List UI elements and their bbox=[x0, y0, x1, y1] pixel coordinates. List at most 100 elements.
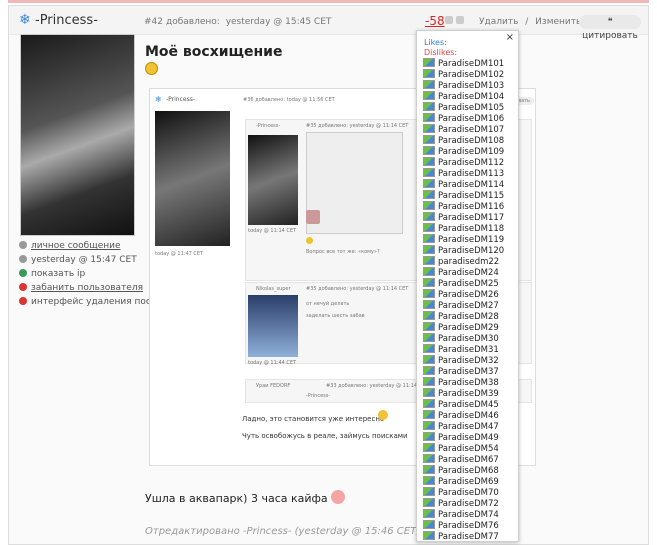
user-list-item[interactable]: ParadiseDM39 bbox=[423, 388, 504, 399]
user-name: ParadiseDM26 bbox=[438, 290, 499, 300]
quote-button[interactable]: ❝ цитировать bbox=[579, 15, 641, 41]
edit-link[interactable]: Изменить bbox=[535, 17, 581, 27]
flag-icon bbox=[423, 410, 435, 419]
cat-emoji-icon bbox=[331, 490, 346, 504]
reply3-line: -Princess- bbox=[306, 393, 331, 399]
flag-icon bbox=[423, 113, 435, 122]
clock-icon bbox=[19, 255, 27, 263]
user-list-item[interactable]: ParadiseDM26 bbox=[423, 289, 504, 300]
user-list-item[interactable]: ParadiseDM32 bbox=[423, 355, 504, 366]
user-list-item[interactable]: ParadiseDM116 bbox=[423, 201, 504, 212]
user-list-item[interactable]: ParadiseDM119 bbox=[423, 234, 504, 245]
user-list-item[interactable]: ParadiseDM112 bbox=[423, 157, 504, 168]
quoted-line1: Ладно, это становится уже интересно bbox=[242, 415, 385, 423]
thumb-down-icon[interactable] bbox=[456, 16, 464, 24]
edited-note: Отредактировано -Princess- (yesterday @ … bbox=[145, 526, 421, 537]
user-list-item[interactable]: ParadiseDM114 bbox=[423, 179, 504, 190]
forum-post: ❄ -Princess- #42 добавлено: yesterday @ 1… bbox=[8, 5, 649, 545]
user-list-item[interactable]: ParadiseDM76 bbox=[423, 520, 504, 531]
user-list-item[interactable]: ParadiseDM28 bbox=[423, 311, 504, 322]
close-icon[interactable]: × bbox=[506, 32, 514, 43]
flag-icon bbox=[423, 223, 435, 232]
user-list-item[interactable]: ParadiseDM38 bbox=[423, 377, 504, 388]
user-list-item[interactable]: ParadiseDM54 bbox=[423, 443, 504, 454]
user-list-item[interactable]: ParadiseDM67 bbox=[423, 454, 504, 465]
user-list-item[interactable]: ParadiseDM113 bbox=[423, 168, 504, 179]
body-text-content: Ушла в аквапарк) 3 часа кайфа bbox=[145, 492, 328, 505]
user-name: ParadiseDM45 bbox=[438, 400, 499, 410]
user-list-item[interactable]: ParadiseDM108 bbox=[423, 135, 504, 146]
user-list-item[interactable]: ParadiseDM104 bbox=[423, 91, 504, 102]
flag-icon bbox=[423, 300, 435, 309]
ban-icon bbox=[19, 283, 27, 291]
user-list-item[interactable]: ParadiseDM107 bbox=[423, 124, 504, 135]
sidebar-item-label: интерфейс удаления постов bbox=[31, 297, 167, 307]
private-message-link[interactable]: личное сообщение bbox=[19, 241, 121, 251]
user-name: ParadiseDM39 bbox=[438, 389, 499, 399]
delete-icon bbox=[19, 297, 27, 305]
user-list-item[interactable]: paradisedm22 bbox=[423, 256, 504, 267]
user-name: ParadiseDM29 bbox=[438, 323, 499, 333]
user-list-item[interactable]: ParadiseDM105 bbox=[423, 102, 504, 113]
user-list-item[interactable]: ParadiseDM103 bbox=[423, 80, 504, 91]
delete-posts-interface-link[interactable]: интерфейс удаления постов bbox=[19, 297, 167, 307]
sidebar-item-label: забанить пользователя bbox=[31, 283, 144, 293]
user-name: ParadiseDM76 bbox=[438, 521, 499, 531]
user-list-item[interactable]: ParadiseDM70 bbox=[423, 487, 504, 498]
flag-icon bbox=[423, 509, 435, 518]
user-list-item[interactable]: ParadiseDM47 bbox=[423, 421, 504, 432]
user-list-item[interactable]: ParadiseDM109 bbox=[423, 146, 504, 157]
likes-label: Likes: bbox=[424, 38, 447, 47]
show-ip-link[interactable]: показать ip bbox=[19, 269, 85, 279]
user-list-item[interactable]: ParadiseDM31 bbox=[423, 344, 504, 355]
user-list-item[interactable]: ParadiseDM30 bbox=[423, 333, 504, 344]
user-list-item[interactable]: ParadiseDM101 bbox=[423, 58, 504, 69]
user-list-item[interactable]: ParadiseDM117 bbox=[423, 212, 504, 223]
flag-icon bbox=[423, 344, 435, 353]
flag-icon bbox=[423, 124, 435, 133]
top-accent-line bbox=[8, 0, 649, 3]
post-number[interactable]: #42 bbox=[144, 17, 163, 27]
user-list-item[interactable]: ParadiseDM77 bbox=[423, 531, 504, 541]
sidebar-item-label: yesterday @ 15:47 CET bbox=[31, 255, 137, 265]
user-name: ParadiseDM114 bbox=[438, 180, 505, 190]
post-author[interactable]: -Princess- bbox=[35, 13, 98, 28]
user-list-item[interactable]: ParadiseDM118 bbox=[423, 223, 504, 234]
post-added-time: yesterday @ 15:45 CET bbox=[225, 17, 332, 27]
thumb-up-icon[interactable] bbox=[445, 16, 453, 24]
user-list-item[interactable]: ParadiseDM46 bbox=[423, 410, 504, 421]
ban-user-link[interactable]: забанить пользователя bbox=[19, 283, 143, 293]
user-list-item[interactable]: ParadiseDM120 bbox=[423, 245, 504, 256]
user-list-item[interactable]: ParadiseDM49 bbox=[423, 432, 504, 443]
user-name: ParadiseDM102 bbox=[438, 70, 505, 80]
user-list-item[interactable]: ParadiseDM68 bbox=[423, 465, 504, 476]
post-score[interactable]: -58 bbox=[425, 14, 445, 28]
user-name: ParadiseDM72 bbox=[438, 499, 499, 509]
user-list-item[interactable]: ParadiseDM24 bbox=[423, 267, 504, 278]
user-list-item[interactable]: ParadiseDM29 bbox=[423, 322, 504, 333]
user-list-item[interactable]: ParadiseDM72 bbox=[423, 498, 504, 509]
user-list-item[interactable]: ParadiseDM115 bbox=[423, 190, 504, 201]
delete-link[interactable]: Удалить bbox=[479, 17, 518, 27]
flag-icon bbox=[423, 289, 435, 298]
user-name: ParadiseDM30 bbox=[438, 334, 499, 344]
flag-icon bbox=[423, 355, 435, 364]
user-list-item[interactable]: ParadiseDM37 bbox=[423, 366, 504, 377]
nested-screenshot-image bbox=[306, 132, 403, 234]
user-list-item[interactable]: ParadiseDM45 bbox=[423, 399, 504, 410]
user-list-item[interactable]: ParadiseDM102 bbox=[423, 69, 504, 80]
user-list-item[interactable]: ParadiseDM27 bbox=[423, 300, 504, 311]
user-name: ParadiseDM70 bbox=[438, 488, 499, 498]
flag-icon bbox=[423, 102, 435, 111]
avatar bbox=[20, 34, 135, 236]
flag-icon bbox=[423, 531, 435, 540]
user-name: ParadiseDM106 bbox=[438, 114, 505, 124]
user-list-item[interactable]: ParadiseDM74 bbox=[423, 509, 504, 520]
reply3-author: Ураи FEDORF bbox=[256, 383, 291, 389]
user-list-item[interactable]: ParadiseDM25 bbox=[423, 278, 504, 289]
user-list-item[interactable]: ParadiseDM69 bbox=[423, 476, 504, 487]
user-name: ParadiseDM27 bbox=[438, 301, 499, 311]
flag-icon bbox=[423, 520, 435, 529]
flag-icon bbox=[423, 399, 435, 408]
user-list-item[interactable]: ParadiseDM106 bbox=[423, 113, 504, 124]
